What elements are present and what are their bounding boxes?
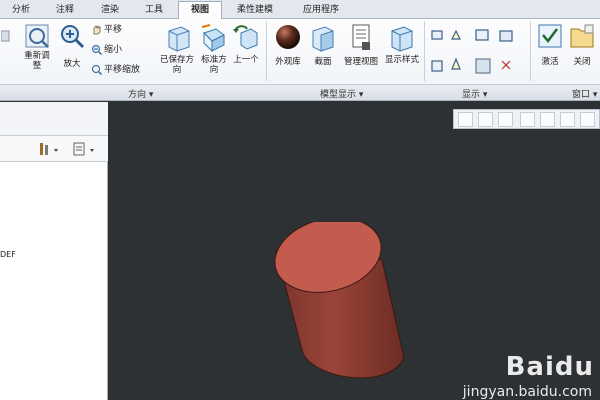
tab-flexible-modeling[interactable]: 柔性建模 bbox=[226, 2, 284, 19]
pan-label: 平移 bbox=[104, 25, 123, 35]
appearance-sphere-icon bbox=[276, 25, 300, 49]
section-button[interactable]: 截面 bbox=[308, 23, 338, 67]
app-window: 分析 注释 渲染 工具 视图 柔性建模 应用程序 重新调整 放大 平移 缩小 平… bbox=[0, 0, 600, 400]
refit-icon bbox=[25, 24, 49, 48]
activate-window-button[interactable]: 激活 bbox=[536, 23, 564, 67]
group-label-orientation[interactable]: 方向 ▾ bbox=[128, 87, 153, 100]
section-icon bbox=[312, 26, 334, 52]
standard-orientation-button[interactable]: 标准方向 bbox=[199, 23, 229, 75]
group-label-model-display[interactable]: 模型显示 ▾ bbox=[320, 87, 363, 100]
refit-view-icon[interactable] bbox=[458, 112, 473, 127]
ribbon-group-labels: 方向 ▾ 模型显示 ▾ 显示 ▾ 窗口 ▾ bbox=[0, 84, 600, 101]
group-label-show[interactable]: 显示 ▾ bbox=[462, 87, 487, 100]
previous-view-label: 上一个 bbox=[233, 55, 259, 65]
saved-orientations-button[interactable]: 已保存方向 bbox=[160, 23, 194, 75]
watermark: Baidu jingyan.baidu.com bbox=[463, 352, 594, 400]
repaint-icon[interactable] bbox=[520, 112, 535, 127]
activate-label: 激活 bbox=[541, 57, 559, 67]
ribbon-tab-bar: 分析 注释 渲染 工具 视图 柔性建模 应用程序 bbox=[0, 0, 600, 20]
standard-orientation-icon bbox=[201, 24, 225, 53]
section-view-icon[interactable] bbox=[580, 112, 595, 127]
close-window-icon bbox=[570, 24, 594, 48]
display-style-icon bbox=[391, 26, 413, 52]
tab-annotate[interactable]: 注释 bbox=[46, 2, 84, 19]
group-separator bbox=[266, 21, 267, 81]
zoom-out-button[interactable]: 缩小 bbox=[91, 44, 122, 56]
manage-views-icon bbox=[352, 24, 370, 50]
show-toggles-icon-grid bbox=[431, 29, 513, 74]
tree-settings-icon[interactable] bbox=[38, 141, 60, 157]
zoom-out-icon[interactable] bbox=[498, 112, 513, 127]
section-label: 截面 bbox=[314, 57, 332, 67]
previous-view-icon bbox=[233, 25, 258, 50]
tab-view[interactable]: 视图 bbox=[178, 1, 222, 20]
tab-tools[interactable]: 工具 bbox=[135, 2, 173, 19]
zoom-in-icon bbox=[61, 25, 85, 49]
previous-view-button[interactable]: 上一个 bbox=[233, 23, 259, 65]
cropped-icon bbox=[1, 30, 10, 42]
saved-orientations-icon bbox=[168, 26, 190, 52]
zoom-in-icon[interactable] bbox=[478, 112, 493, 127]
zoom-out-label: 缩小 bbox=[104, 45, 123, 55]
manage-views-label: 管理视图 bbox=[343, 57, 378, 67]
group-label-window[interactable]: 窗口 ▾ bbox=[572, 87, 597, 100]
watermark-logo: Baidu bbox=[505, 352, 594, 382]
activate-icon bbox=[538, 24, 562, 48]
appearance-gallery-label: 外观库 bbox=[275, 57, 301, 67]
pan-button[interactable]: 平移 bbox=[91, 24, 122, 36]
group-separator bbox=[424, 21, 425, 81]
zoom-in-button[interactable]: 放大 bbox=[58, 23, 86, 69]
group-separator bbox=[530, 21, 531, 81]
display-style-label: 显示样式 bbox=[384, 55, 419, 65]
refit-button[interactable]: 重新调整 bbox=[22, 23, 52, 71]
hand-icon bbox=[93, 25, 101, 35]
pan-zoom-label: 平移缩放 bbox=[104, 65, 141, 75]
watermark-url: jingyan.baidu.com bbox=[462, 384, 592, 400]
standard-orientation-label: 标准方向 bbox=[201, 55, 227, 75]
manage-views-button[interactable]: 管理视图 bbox=[340, 23, 382, 67]
display-style-icon[interactable] bbox=[560, 112, 575, 127]
zoom-in-label: 放大 bbox=[63, 59, 81, 69]
cropped-ribbon-button[interactable] bbox=[0, 25, 12, 49]
refit-label: 重新调整 bbox=[24, 51, 50, 71]
saved-orientations-label: 已保存方向 bbox=[160, 55, 195, 75]
tree-item-def[interactable]: DEF bbox=[0, 250, 16, 259]
saved-orientation-icon[interactable] bbox=[540, 112, 555, 127]
close-window-label: 关闭 bbox=[573, 57, 591, 67]
appearance-gallery-button[interactable]: 外观库 bbox=[270, 23, 306, 67]
pan-zoom-button[interactable]: 平移缩放 bbox=[91, 64, 140, 76]
close-window-button[interactable]: 关闭 bbox=[568, 23, 596, 67]
tab-render[interactable]: 渲染 bbox=[90, 2, 130, 19]
cylinder-model[interactable] bbox=[268, 222, 418, 392]
model-tree-panel: DEF bbox=[0, 102, 108, 400]
tab-applications[interactable]: 应用程序 bbox=[290, 2, 352, 19]
pan-zoom-icon bbox=[92, 65, 102, 75]
graphics-toolbar bbox=[453, 109, 600, 129]
model-tree-header bbox=[0, 102, 108, 136]
display-style-button[interactable]: 显示样式 bbox=[384, 23, 420, 65]
model-tree-toolbar bbox=[0, 136, 108, 162]
tree-filter-icon[interactable] bbox=[72, 141, 98, 157]
zoom-out-icon bbox=[92, 45, 102, 55]
tab-analysis[interactable]: 分析 bbox=[2, 2, 40, 19]
